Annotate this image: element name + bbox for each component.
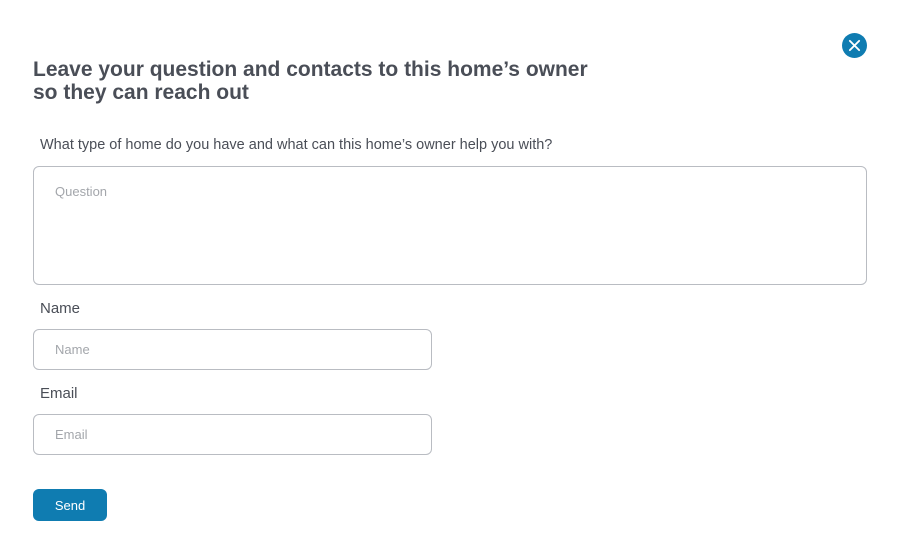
close-button[interactable]	[842, 33, 867, 58]
question-label: What type of home do you have and what c…	[40, 137, 553, 153]
modal-title-line-2: so they can reach out	[33, 81, 249, 104]
name-label: Name	[40, 300, 81, 317]
question-textarea[interactable]	[33, 166, 867, 285]
send-button[interactable]: Send	[33, 489, 107, 521]
modal-title-line-1: Leave your question and contacts to this…	[33, 58, 588, 81]
email-label: Email	[40, 385, 78, 402]
modal-title: Leave your question and contacts to this…	[33, 58, 633, 104]
close-icon	[848, 39, 861, 52]
email-input[interactable]	[33, 414, 432, 455]
contact-owner-modal: Leave your question and contacts to this…	[0, 0, 900, 555]
name-input[interactable]	[33, 329, 432, 370]
